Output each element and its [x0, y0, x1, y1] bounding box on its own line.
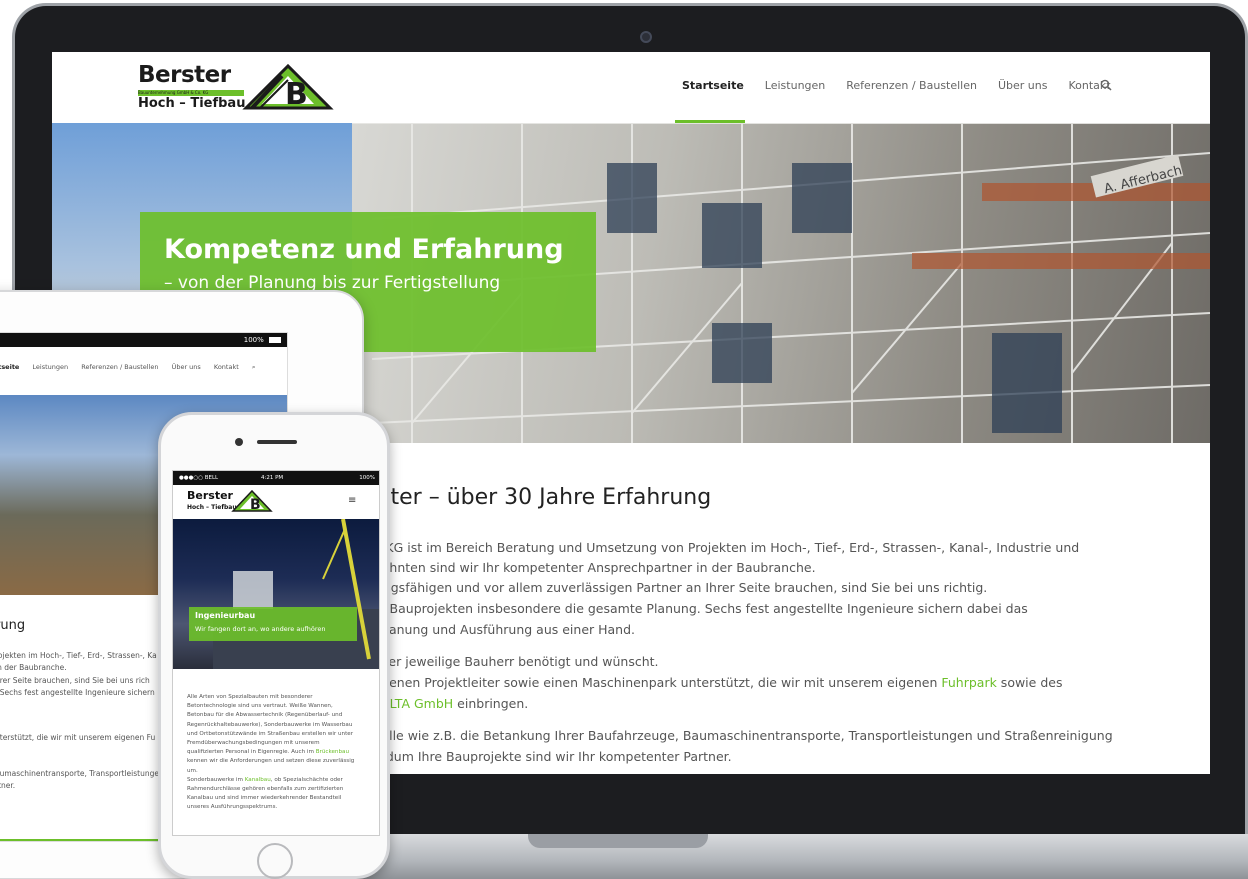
- phone-status-bar: ●●●○○ BELL 4:21 PM 100%: [173, 471, 379, 485]
- site-header: Berster Bauunternehmung GmbH & Co. KG Ho…: [52, 52, 1210, 123]
- content-line-6: s der jeweilige Bauherr benötigt und wün…: [370, 654, 659, 669]
- phone-sonder-pre: Sonderbauwerke im: [187, 776, 245, 783]
- phone-banner-subtitle: Wir fangen dort an, wo andere aufhören: [195, 625, 326, 633]
- content-line-8-post: einbringen.: [453, 696, 529, 711]
- phone-body-line: Fremdüberwachungsbedingungen mit unserem: [187, 740, 320, 747]
- content-line-4: on Bauprojekten insbesondere die gesamte…: [370, 601, 1028, 616]
- phone-body-line: unseres Ausführungsspektrums.: [187, 804, 278, 811]
- content-line-3: tungsfähigen und vor allem zuverlässigen…: [370, 580, 988, 595]
- device-mockup-stage: Berster Bauunternehmung GmbH & Co. KG Ho…: [0, 0, 1248, 879]
- laptop-camera: [640, 31, 652, 43]
- tablet-nav-referenzen[interactable]: Referenzen / Baustellen: [81, 363, 158, 371]
- phone-speaker: [257, 440, 297, 444]
- tablet-nav: rtseite Leistungen Referenzen / Baustell…: [0, 363, 267, 372]
- phone-carrier: ●●●○○ BELL: [179, 475, 219, 481]
- tablet-line-5: nterstützt, die wir mit unserem eigenen …: [0, 733, 156, 742]
- search-icon[interactable]: [1100, 79, 1112, 91]
- tablet-heading: rung: [0, 618, 26, 633]
- content-line-10: undum Ihre Bauprojekte sind wir Ihr komp…: [370, 749, 732, 764]
- content-line-7: eigenen Projektleiter sowie einen Maschi…: [370, 672, 1170, 693]
- tablet-line-2: in der Baubranche.: [0, 663, 67, 672]
- battery-icon: [269, 337, 281, 343]
- nav-referenzen[interactable]: Referenzen / Baustellen: [846, 79, 977, 92]
- tablet-status-bar: 100%: [0, 333, 287, 347]
- tablet-line-7: rtner.: [0, 781, 16, 790]
- phone-camera: [235, 438, 243, 446]
- phone-body-line: Regenrückhaltebauwerke), Sonderbauwerke …: [187, 721, 353, 728]
- phone-battery: 100%: [359, 475, 375, 481]
- nav-startseite[interactable]: Startseite: [682, 79, 744, 92]
- tablet-nav-startseite[interactable]: rtseite: [0, 363, 19, 371]
- phone-body-line: Kanalbau und sind immer wiederkehrender …: [187, 795, 342, 802]
- tablet-search-icon[interactable]: ⌕: [252, 363, 256, 371]
- phone-header: Berster Hoch – Tiefbau B ≡: [173, 485, 379, 519]
- content-heading: rster – über 30 Jahre Erfahrung: [370, 485, 712, 510]
- phone-body-line-text: qualifizierten Personal in Eigenregie. A…: [187, 749, 314, 756]
- nav-leistungen[interactable]: Leistungen: [765, 79, 825, 92]
- content-line-5: , Planung und Ausführung aus einer Hand.: [370, 622, 636, 637]
- phone-body-line: kennen wir die Anforderungen und setzen …: [187, 758, 355, 765]
- logo-mark-icon: B: [242, 63, 334, 112]
- phone-logo-mark-icon: B: [231, 489, 273, 513]
- content-line-8: na LTA GmbH einbringen.: [370, 693, 1170, 714]
- phone-body-line: Betonbau für die Abwassertechnik (Regenü…: [187, 712, 343, 719]
- tablet-line-3: hrer Seite brauchen, sind Sie bei uns ri…: [0, 676, 150, 685]
- main-nav: Startseite Leistungen Referenzen / Baust…: [682, 79, 1132, 92]
- site-logo[interactable]: Berster Bauunternehmung GmbH & Co. KG Ho…: [138, 62, 338, 114]
- fuhrpark-link[interactable]: Fuhrpark: [941, 675, 996, 690]
- tablet-line-6: aumaschinentransporte, Transportleistung…: [0, 769, 159, 778]
- phone-device: ●●●○○ BELL 4:21 PM 100% Berster Hoch – T…: [158, 412, 390, 879]
- phone-body-line: Rahmendurchlässe gehören ebenfalls zum z…: [187, 786, 344, 793]
- phone-hero-image: Ingenieurbau Wir fangen dort an, wo ande…: [173, 518, 379, 669]
- content-line-9: stelle wie z.B. die Betankung Ihrer Bauf…: [370, 728, 1113, 743]
- kanalbau-link[interactable]: Kanalbau: [245, 777, 271, 783]
- tablet-line-1: rojekten im Hoch-, Tief-, Erd-, Strassen…: [0, 651, 157, 660]
- brueckenbau-link[interactable]: Brückenbau: [316, 749, 349, 755]
- logo-mark-letter: B: [285, 77, 308, 112]
- phone-time: 4:21 PM: [261, 475, 284, 481]
- tablet-line-4: . Sechs fest angestellte Ingenieure sich…: [0, 688, 155, 697]
- phone-home-button[interactable]: [257, 843, 293, 879]
- phone-body-line: Betontechnologie sind uns vertraut. Weiß…: [187, 703, 333, 710]
- phone-screen: ●●●○○ BELL 4:21 PM 100% Berster Hoch – T…: [172, 470, 380, 836]
- phone-logo-mark-letter: B: [250, 497, 261, 513]
- content-line-2: rzehnten sind wir Ihr kompetenter Anspre…: [370, 560, 816, 575]
- nav-ueber-uns[interactable]: Über uns: [998, 79, 1048, 92]
- tablet-nav-kontakt[interactable]: Kontakt: [214, 363, 239, 371]
- lta-gmbh-link[interactable]: LTA GmbH: [390, 696, 454, 711]
- phone-logo-word[interactable]: Berster: [187, 489, 233, 502]
- phone-body-text: Alle Arten von Spezialbauten mit besonde…: [187, 693, 371, 813]
- phone-logo-sub: Hoch – Tiefbau: [187, 504, 237, 511]
- content-line-1: o. KG ist im Bereich Beratung und Umsetz…: [370, 540, 1080, 555]
- content-line-7-pre: eigenen Projektleiter sowie einen Maschi…: [370, 675, 942, 690]
- tablet-nav-ueber-uns[interactable]: Über uns: [172, 363, 201, 371]
- phone-body-line: qualifizierten Personal in Eigenregie. A…: [187, 748, 371, 757]
- tablet-battery-label: 100%: [243, 336, 264, 344]
- hamburger-menu-icon[interactable]: ≡: [348, 495, 356, 506]
- laptop-notch: [528, 834, 708, 848]
- phone-sonder-post: , ob Spezialschächte oder: [270, 776, 343, 783]
- tablet-nav-leistungen[interactable]: Leistungen: [32, 363, 68, 371]
- phone-body-line: und Ortbetonstützwände im Straßenbau ers…: [187, 730, 354, 737]
- phone-banner-title: Ingenieurbau: [195, 611, 256, 620]
- content-line-7-post: sowie des: [996, 675, 1063, 690]
- logo-sub: Hoch – Tiefbau: [138, 96, 246, 111]
- phone-body-line: um.: [187, 767, 198, 774]
- phone-hero-banner: Ingenieurbau Wir fangen dort an, wo ande…: [189, 607, 357, 641]
- phone-body-line: Alle Arten von Spezialbauten mit besonde…: [187, 694, 313, 700]
- phone-hero-graphic: [213, 518, 379, 669]
- phone-body-line: Sonderbauwerke im Kanalbau, ob Spezialsc…: [187, 776, 371, 785]
- logo-word: Berster: [138, 62, 231, 88]
- hero-title: Kompetenz und Erfahrung: [164, 234, 564, 265]
